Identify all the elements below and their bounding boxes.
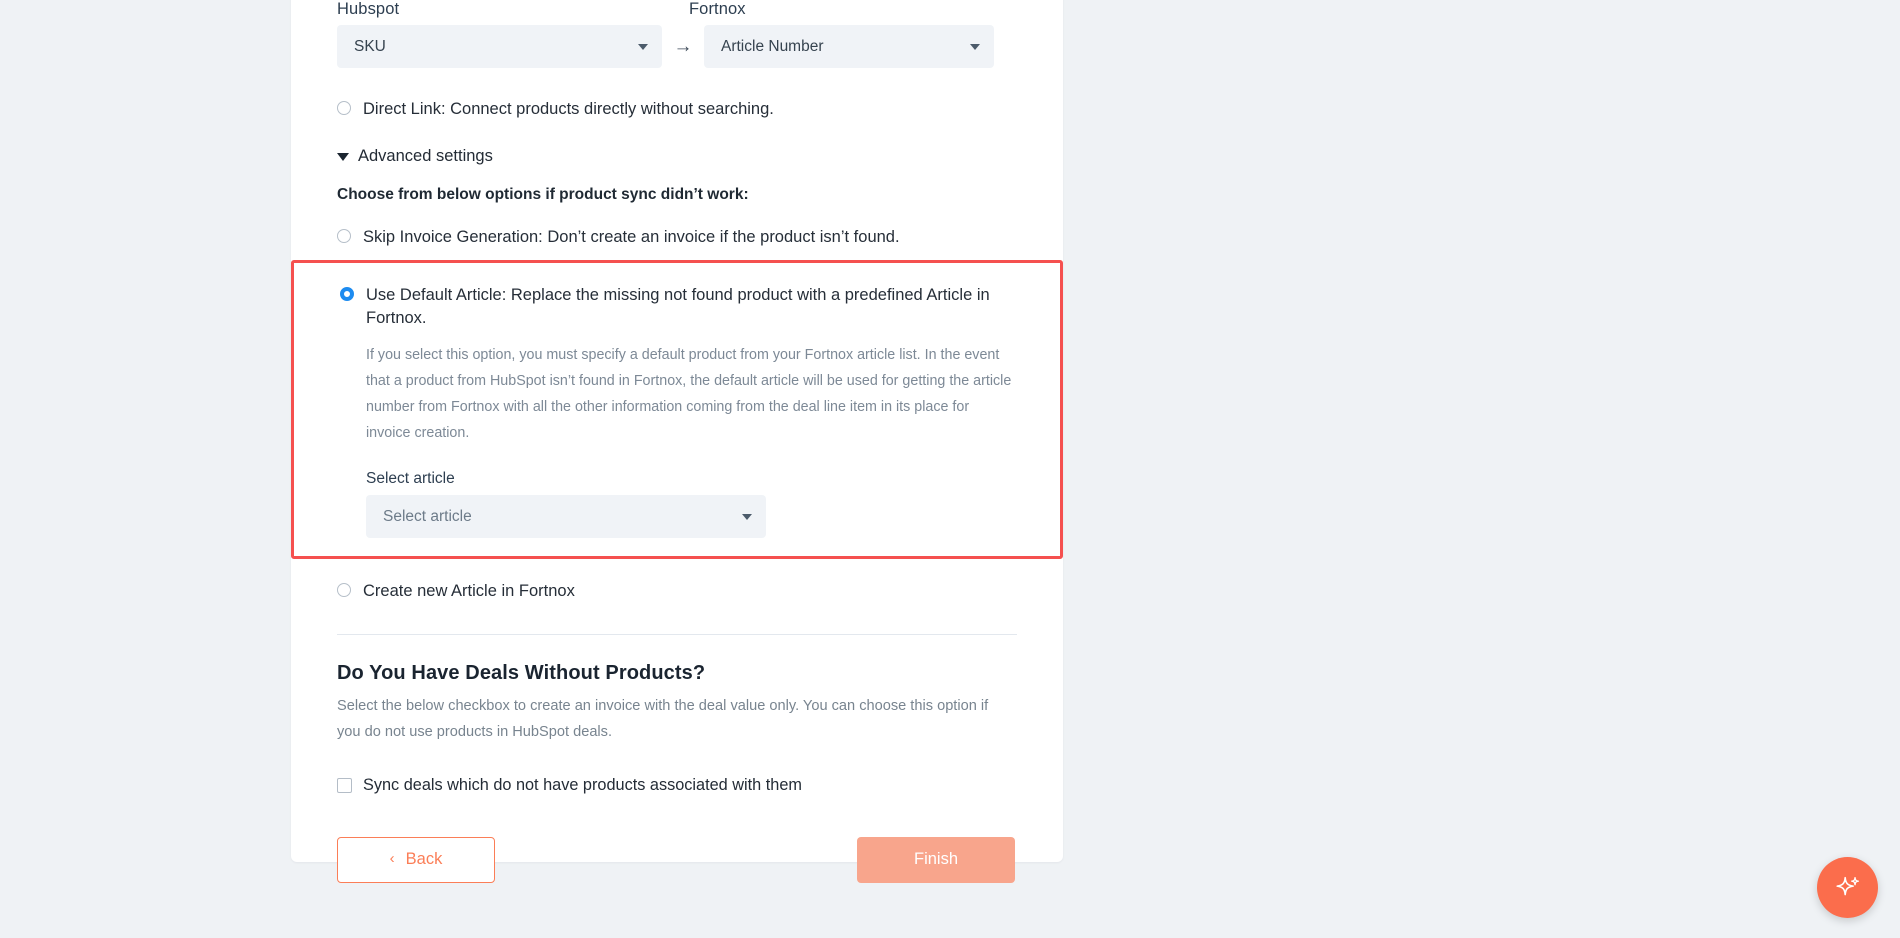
radio-use-default-article[interactable]: Use Default Article: Replace the missing… [340,284,1014,331]
select-article-dropdown[interactable]: Select article [366,495,766,539]
use-default-article-description: If you select this option, you must spec… [366,346,1012,442]
ai-assistant-fab[interactable] [1817,857,1878,918]
caret-down-icon [337,152,349,161]
app-background: Hubspot Fortnox SKU → Article Number Dir… [0,0,1900,938]
chevron-down-icon [742,513,752,520]
back-button-label: Back [405,850,443,869]
chevron-down-icon [970,43,980,50]
advanced-settings-label: Advanced settings [358,147,493,166]
chevron-down-icon [638,43,648,50]
sparkle-icon [1835,876,1859,895]
checkbox-icon-unchecked [337,777,352,793]
radio-icon-unchecked [337,583,351,598]
radio-direct-link-label: Direct Link: Connect products directly w… [363,100,774,118]
finish-button[interactable]: Finish [857,836,1015,883]
finish-button-label: Finish [913,850,958,869]
radio-direct-link[interactable]: Direct Link: Connect products directly w… [337,98,1017,121]
fortnox-property-value: Article Number [721,37,824,55]
highlighted-option-region: Use Default Article: Replace the missing… [291,259,1063,560]
radio-create-new-article[interactable]: Create new Article in Fortnox [337,580,1017,603]
radio-icon-unchecked [337,229,351,244]
chevron-left-icon: ‹ [389,850,395,868]
hubspot-column-label: Hubspot [337,0,400,18]
radio-icon-checked [340,286,354,301]
mapping-header-row: Hubspot Fortnox [337,0,1017,19]
fortnox-column-label: Fortnox [689,0,746,18]
back-button[interactable]: ‹ Back [337,836,495,883]
advanced-settings-toggle[interactable]: Advanced settings [337,147,1017,166]
radio-skip-invoice-generation[interactable]: Skip Invoice Generation: Don’t create an… [337,226,1017,249]
settings-card: Hubspot Fortnox SKU → Article Number Dir… [291,0,1063,883]
hubspot-property-select[interactable]: SKU [337,25,662,68]
select-article-value: Select article [383,507,472,525]
section-divider [337,633,1017,635]
hubspot-property-value: SKU [354,37,386,55]
choose-options-heading: Choose from below options if product syn… [337,186,749,204]
radio-skip-invoice-label: Skip Invoice Generation: Don’t create an… [363,228,900,247]
radio-create-new-article-label: Create new Article in Fortnox [363,582,575,601]
fortnox-property-select[interactable]: Article Number [704,25,994,68]
mapping-arrow-icon: → [673,36,693,57]
deals-section-title: Do You Have Deals Without Products? [337,661,706,684]
mapping-row: SKU → Article Number [337,25,1017,68]
checkbox-sync-deals-without-products[interactable]: Sync deals which do not have products as… [337,776,1017,795]
select-article-label: Select article [366,470,455,488]
deals-section-description: Select the below checkbox to create an i… [337,697,989,740]
wizard-footer: ‹ Back Finish [337,836,1015,883]
checkbox-sync-deals-label: Sync deals which do not have products as… [363,775,802,794]
radio-icon-unchecked [337,101,351,115]
radio-use-default-article-label: Use Default Article: Replace the missing… [366,285,990,328]
card-content: Hubspot Fortnox SKU → Article Number Dir… [291,0,1063,883]
